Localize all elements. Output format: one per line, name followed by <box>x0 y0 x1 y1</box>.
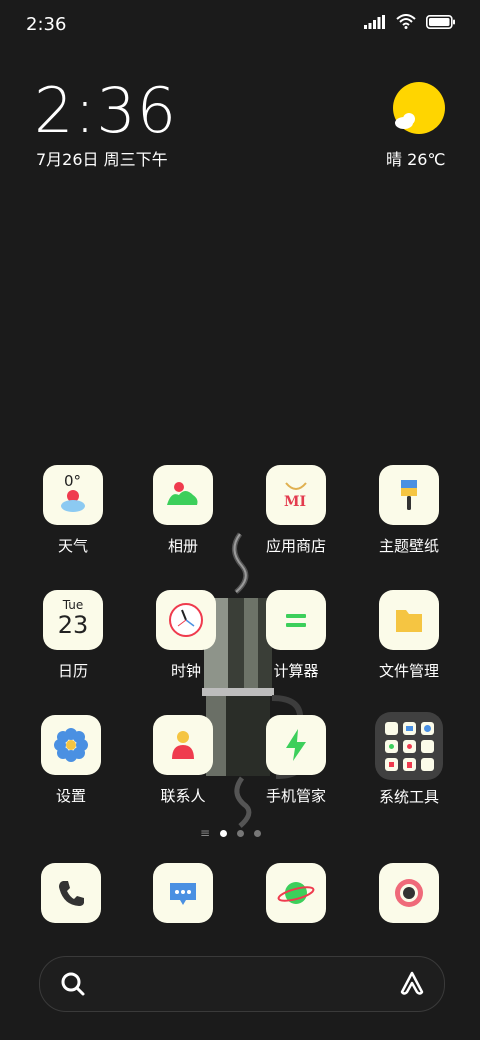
app-clock[interactable]: 时钟 <box>131 590 241 681</box>
messages-icon <box>153 863 213 923</box>
page-indicator[interactable]: ≡ <box>200 826 262 840</box>
app-file-manager[interactable]: 文件管理 <box>354 590 464 681</box>
browser-icon <box>266 863 326 923</box>
contacts-icon <box>153 715 213 775</box>
weather-app-icon: 0° <box>43 465 103 525</box>
app-label: 文件管理 <box>378 662 439 680</box>
app-label: 相册 <box>167 537 198 555</box>
calculator-icon <box>266 590 326 650</box>
folder-icon <box>379 590 439 650</box>
gallery-icon <box>153 465 213 525</box>
app-gallery[interactable]: 相册 <box>128 465 238 556</box>
app-label: 应用商店 <box>265 537 326 555</box>
app-label: 天气 <box>57 537 88 555</box>
folder-group-icon <box>375 712 443 780</box>
search-icon <box>61 972 85 996</box>
date-label: 7月26日 周三下午 <box>36 150 168 169</box>
search-bar[interactable] <box>39 956 445 1012</box>
app-calendar[interactable]: Tue 23 日历 <box>18 590 128 681</box>
page-dot <box>237 830 245 837</box>
phone-icon <box>41 863 101 923</box>
calendar-day: Tue <box>62 598 84 612</box>
app-contacts[interactable]: 联系人 <box>128 715 238 806</box>
status-time: 2:36 <box>26 14 67 35</box>
app-label: 联系人 <box>160 787 206 805</box>
app-label: 手机管家 <box>265 787 326 805</box>
menu-lines-icon: ≡ <box>200 826 211 840</box>
app-weather[interactable]: 0° 天气 <box>18 465 128 556</box>
dock-messages[interactable] <box>128 863 238 923</box>
app-themes[interactable]: 主题壁纸 <box>354 465 464 556</box>
weather-label: 晴 26℃ <box>386 150 446 169</box>
app-folder-system-tools[interactable]: 系统工具 <box>354 712 464 807</box>
theme-brush-icon <box>379 465 439 525</box>
camera-icon <box>379 863 439 923</box>
page-dot-active <box>220 830 228 837</box>
wifi-icon <box>396 14 416 29</box>
app-store-logo-text: MI <box>284 494 306 510</box>
dock-camera[interactable] <box>354 863 464 923</box>
app-settings[interactable]: 设置 <box>16 715 126 806</box>
status-icons <box>364 14 456 29</box>
app-label: 时钟 <box>170 662 201 680</box>
app-security[interactable]: 手机管家 <box>241 715 351 806</box>
page-dot <box>254 830 262 837</box>
clock-icon <box>156 590 216 650</box>
settings-icon <box>41 715 101 775</box>
dock-phone[interactable] <box>16 863 126 923</box>
security-icon <box>266 715 326 775</box>
app-label: 设置 <box>55 787 86 805</box>
signal-icon <box>364 14 385 29</box>
app-label: 计算器 <box>273 662 319 680</box>
battery-icon <box>426 14 455 29</box>
app-store-icon: MI <box>266 465 326 525</box>
app-label: 主题壁纸 <box>378 537 439 555</box>
sunny-cloud-icon <box>393 82 445 134</box>
calendar-icon: Tue 23 <box>43 590 103 650</box>
app-store[interactable]: MI 应用商店 <box>241 465 351 556</box>
status-bar: 2:36 <box>0 0 480 50</box>
calendar-date: 23 <box>57 611 89 639</box>
app-calculator[interactable]: 计算器 <box>241 590 351 681</box>
lockscreen-clock[interactable]: 2:36 <box>34 74 177 147</box>
dock-browser[interactable] <box>241 863 351 923</box>
assistant-icon[interactable] <box>398 970 426 998</box>
weather-temp-text: 0° <box>64 472 81 490</box>
app-label: 系统工具 <box>378 788 439 806</box>
app-label: 日历 <box>57 662 88 680</box>
